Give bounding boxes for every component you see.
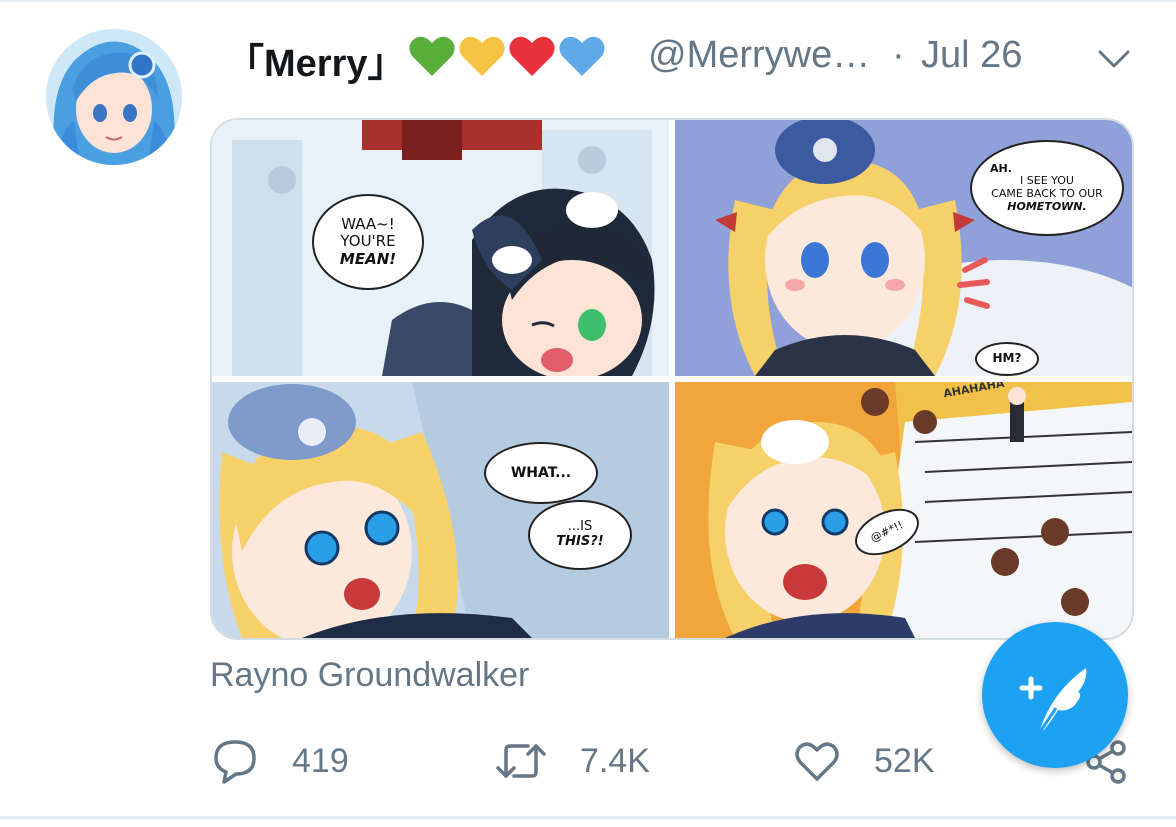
like-count: 52K: [874, 741, 935, 780]
name-emoji-hearts: [408, 34, 606, 78]
like-button[interactable]: 52K: [794, 736, 935, 786]
retweet-icon: [496, 744, 546, 778]
retweet-count: 7.4K: [580, 741, 650, 780]
media-panel-4[interactable]: AHAHAHA @#*!!: [675, 382, 1132, 638]
tweet-header: 「Merry」 @Merrywe… · Jul 26: [226, 28, 1136, 87]
blue-heart-icon: [559, 36, 605, 76]
speech-bubble-small: HM?: [975, 342, 1039, 376]
tweet-caption: Rayno Groundwalker: [210, 656, 530, 694]
avatar[interactable]: [46, 29, 182, 165]
speech-bubble: ...IS THIS?!: [528, 500, 632, 570]
top-divider: [0, 0, 1176, 2]
speech-bubble: WAA~! YOU'RE MEAN!: [312, 194, 424, 290]
user-handle[interactable]: @Merrywe…: [648, 34, 870, 77]
panel-1-illustration: [212, 120, 669, 376]
tweet-date[interactable]: Jul 26: [921, 34, 1022, 77]
reply-icon: [214, 740, 256, 784]
yellow-heart-icon: [459, 36, 505, 76]
retweet-button[interactable]: 7.4K: [496, 736, 650, 786]
heart-outline-icon: [795, 742, 839, 781]
chevron-down-icon[interactable]: [1094, 40, 1134, 76]
speech-bubble: AH. I SEE YOU CAME BACK TO OUR HOMETOWN.: [970, 140, 1124, 236]
bottom-divider: [0, 816, 1176, 819]
avatar-illustration: [46, 29, 182, 165]
media-panel-3[interactable]: WHAT... ...IS THIS?!: [212, 382, 669, 638]
display-name[interactable]: 「Merry」: [226, 32, 406, 87]
red-heart-icon: [509, 36, 555, 76]
reply-count: 419: [292, 741, 349, 780]
media-panel-1[interactable]: WAA~! YOU'RE MEAN!: [212, 120, 669, 376]
speech-bubble: WHAT...: [484, 442, 598, 504]
green-heart-icon: [409, 36, 455, 76]
reply-button[interactable]: 419: [212, 736, 349, 786]
compose-tweet-button[interactable]: [982, 622, 1128, 768]
media-grid[interactable]: WAA~! YOU'RE MEAN! AH. I SEE YOU CAME BA…: [210, 118, 1134, 640]
separator-dot: ·: [892, 34, 905, 76]
compose-feather-icon: [1019, 668, 1087, 733]
media-panel-2[interactable]: AH. I SEE YOU CAME BACK TO OUR HOMETOWN.…: [675, 120, 1132, 376]
